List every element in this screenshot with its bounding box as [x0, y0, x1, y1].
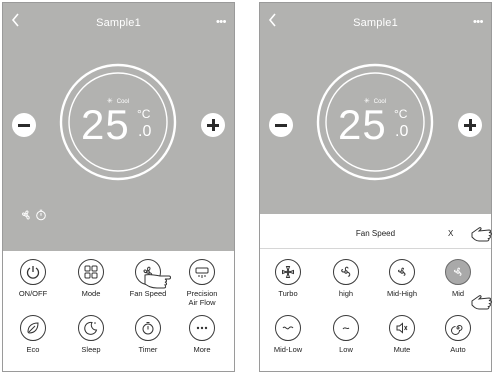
pointing-hand-icon	[471, 295, 492, 310]
option-label: high	[338, 289, 354, 298]
fan-status-icon	[22, 210, 30, 220]
temperature-dial: ✳ Cool 25 °C .0	[59, 63, 177, 181]
fan-option-low[interactable]: Low	[318, 315, 374, 354]
sleep-button[interactable]: Sleep	[63, 315, 119, 354]
fan-high-icon	[341, 266, 351, 277]
pointing-hand-icon	[471, 227, 492, 242]
more-dots-icon	[196, 326, 208, 330]
fan-speed-sheet-title: Fan Speed	[355, 229, 396, 238]
eco-leaf-icon	[27, 322, 39, 334]
precision-airflow-button[interactable]: Precision Air Flow	[174, 259, 230, 307]
temperature-decimal: .0	[138, 123, 152, 140]
option-label: Mute	[393, 345, 411, 354]
device-title: Sample1	[96, 17, 141, 29]
option-label: Mid-High	[386, 289, 417, 298]
temperature-decrease-button[interactable]	[269, 113, 293, 137]
fan-option-high[interactable]: high	[318, 259, 374, 298]
fan-mid-icon	[454, 267, 462, 276]
temperature-unit: °C	[394, 107, 408, 121]
timer-status-icon	[36, 209, 46, 221]
fan-option-mid-low[interactable]: Mid-Low	[260, 315, 316, 354]
mute-icon	[396, 322, 408, 334]
fan-option-mid-high[interactable]: Mid-High	[374, 259, 430, 298]
more-menu-icon[interactable]: •••	[216, 17, 227, 28]
temperature-increase-button[interactable]	[458, 113, 482, 137]
timer-button[interactable]: Timer	[120, 315, 176, 354]
button-label: Precision Air Flow	[186, 289, 218, 307]
option-label: Low	[339, 345, 353, 354]
sheet-divider	[260, 248, 491, 249]
eco-button[interactable]: Eco	[5, 315, 61, 354]
fan-option-mute[interactable]: Mute	[374, 315, 430, 354]
mode-icon	[84, 265, 98, 279]
remote-screen-fan-speed: Sample1 ••• ✳ Cool 25 °C .0 Fan Speed X T…	[259, 2, 492, 372]
sleep-moon-icon	[84, 321, 98, 335]
control-panel: Sample1 ••• ✳ Cool 25 °C .0	[3, 3, 234, 251]
more-menu-icon[interactable]: •••	[473, 17, 484, 28]
temperature-value: 25	[338, 101, 387, 148]
pointing-hand-icon	[144, 274, 171, 289]
button-label: Sleep	[81, 345, 101, 354]
airflow-icon	[195, 267, 209, 278]
button-label: Timer	[138, 345, 158, 354]
fan-auto-icon	[451, 325, 463, 335]
temperature-increase-button[interactable]	[201, 113, 225, 137]
more-button[interactable]: More	[174, 315, 230, 354]
device-title: Sample1	[353, 17, 398, 29]
remote-screen-main: Sample1 ••• ✳ Cool 25 °C .0 ON/OFF Mode …	[2, 2, 235, 372]
temperature-decrease-button[interactable]	[12, 113, 36, 137]
button-label: Mode	[81, 289, 101, 298]
temperature-decimal: .0	[395, 123, 409, 140]
fan-option-turbo[interactable]: Turbo	[260, 259, 316, 298]
control-panel: Sample1 ••• ✳ Cool 25 °C .0	[260, 3, 491, 214]
timer-icon	[142, 322, 154, 335]
button-label: Eco	[26, 345, 40, 354]
mode-button[interactable]: Mode	[63, 259, 119, 298]
status-icons	[21, 208, 51, 226]
option-label: Turbo	[278, 289, 298, 298]
option-label: Mid-Low	[273, 345, 303, 354]
fan-option-auto[interactable]: Auto	[430, 315, 486, 354]
option-label: Auto	[450, 345, 466, 354]
temperature-unit: °C	[137, 107, 151, 121]
fan-mid-low-icon	[282, 326, 294, 330]
fan-low-icon	[342, 327, 350, 330]
fan-turbo-icon	[282, 266, 294, 278]
fan-mid-high-icon	[398, 267, 406, 276]
power-icon	[26, 266, 40, 279]
temperature-dial: ✳ Cool 25 °C .0	[316, 63, 434, 181]
button-label: More	[193, 345, 211, 354]
temperature-value: 25	[81, 101, 130, 148]
power-button[interactable]: ON/OFF	[5, 259, 61, 298]
button-label: ON/OFF	[18, 289, 48, 298]
close-sheet-button[interactable]: X	[448, 229, 453, 238]
